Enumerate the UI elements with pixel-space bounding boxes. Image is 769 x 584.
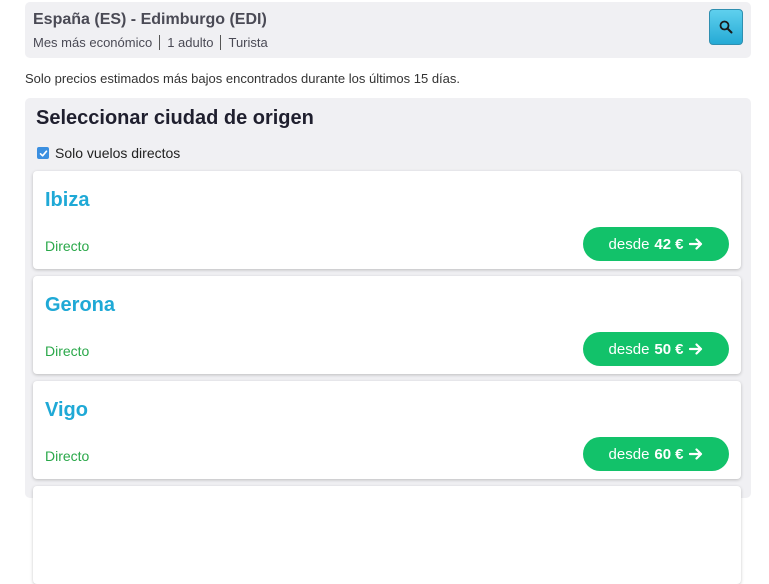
price-button[interactable]: desde 42 € [583,227,729,261]
direct-only-checkbox[interactable] [37,147,49,159]
panel-title: Seleccionar ciudad de origen [36,107,314,129]
search-meta: Mes más económico 1 adulto Turista [33,35,268,50]
stops-label: Directo [45,448,90,464]
divider [159,35,161,50]
price-amount: 50 [654,340,672,358]
divider [220,35,222,50]
price-button[interactable]: desde 50 € [583,332,729,366]
price-currency: € [675,445,684,463]
city-name[interactable]: Vigo [45,399,88,422]
passengers-label: 1 adulto [167,35,214,50]
search-button[interactable] [709,9,743,45]
result-card[interactable]: Ibiza Directo desde 42 € [33,171,741,269]
price-amount: 42 [654,235,672,253]
stops-label: Directo [45,238,90,254]
arrow-right-icon [689,343,703,355]
stops-label: Directo [45,343,90,359]
result-card[interactable]: Vigo Directo desde 60 € [33,381,741,479]
price-prefix: desde [608,235,650,253]
month-label: Mes más económico [33,35,153,50]
checkmark-icon [39,149,47,157]
result-card[interactable]: Gerona Directo desde 50 € [33,276,741,374]
city-name[interactable]: Gerona [45,294,115,317]
price-button[interactable]: desde 60 € [583,437,729,471]
direct-only-label: Solo vuelos directos [55,145,181,161]
arrow-right-icon [689,238,703,250]
result-card[interactable] [33,486,741,584]
cabin-label: Turista [228,35,268,50]
price-amount: 60 [654,445,672,463]
arrow-right-icon [689,448,703,460]
price-prefix: desde [608,445,650,463]
price-currency: € [675,340,684,358]
price-currency: € [675,235,684,253]
city-name[interactable]: Ibiza [45,189,89,212]
price-prefix: desde [608,340,650,358]
search-summary: España (ES) - Edimburgo (EDI) Mes más ec… [25,2,751,58]
search-icon [719,20,733,34]
origin-panel: Seleccionar ciudad de origen Solo vuelos… [25,98,751,584]
info-text: Solo precios estimados más bajos encontr… [25,71,461,86]
direct-only-filter[interactable]: Solo vuelos directos [37,145,180,161]
route-title: España (ES) - Edimburgo (EDI) [33,11,267,28]
